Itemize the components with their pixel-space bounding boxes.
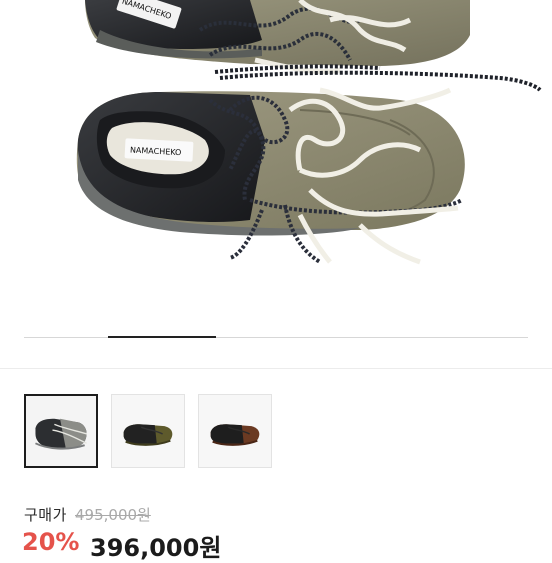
top-shoe: NAMACHEKO xyxy=(85,0,470,75)
bottom-shoe: NAMACHEKO xyxy=(76,87,465,265)
original-price: 495,000원 xyxy=(75,506,151,524)
sale-price: 396,000원 xyxy=(90,534,222,562)
section-divider xyxy=(0,368,552,369)
thumbnail-olive-black[interactable] xyxy=(111,394,185,468)
carousel-progress-indicator xyxy=(108,336,216,338)
thumbnail-brown-black[interactable] xyxy=(198,394,272,468)
price-label: 구매가 xyxy=(24,506,67,524)
carousel-progress-track xyxy=(24,336,528,338)
product-image-carousel[interactable]: NAMACHEKO NAMACHEKO xyxy=(0,0,552,338)
product-photo: NAMACHEKO NAMACHEKO xyxy=(76,0,542,265)
thumbnail-grey-black[interactable] xyxy=(24,394,98,468)
